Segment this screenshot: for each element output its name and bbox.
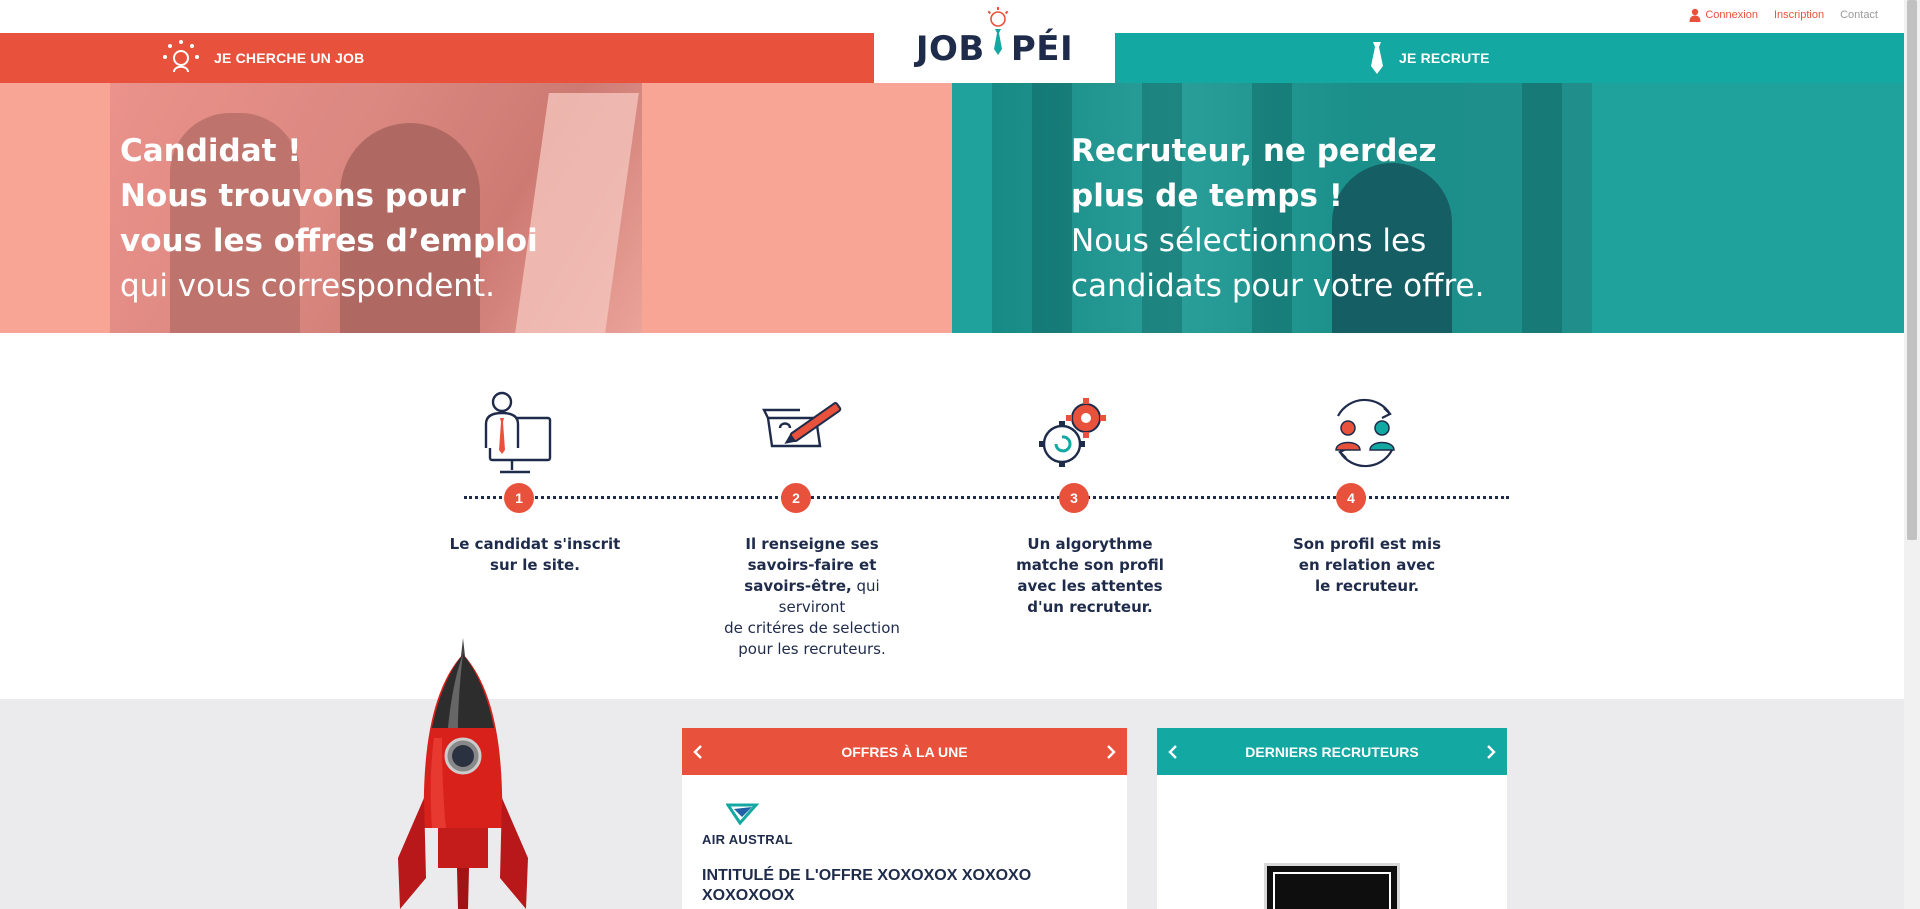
- step-2-line1: Il renseigne ses: [745, 535, 879, 553]
- candidate-hero-line2: Nous trouvons pour: [120, 178, 466, 214]
- step-4-text: Son profil est mis en relation avec le r…: [1272, 534, 1462, 597]
- hero-building-column: [1522, 83, 1562, 333]
- connexion-label: Connexion: [1705, 9, 1758, 21]
- gears-algorithm-icon: [1039, 398, 1106, 467]
- idea-person-icon: [163, 40, 199, 73]
- recruiter-hero-line1: Recruteur, ne perdez: [1071, 133, 1437, 169]
- recruiters-next-button[interactable]: [1477, 728, 1505, 775]
- step-4-line1: Son profil est mis: [1292, 535, 1442, 553]
- step-3: 3 Un algorythme matche son profil avec l…: [995, 333, 1185, 699]
- recent-recruiters-title: DERNIERS RECRUTEURS: [1245, 743, 1419, 760]
- step-2-line3-bold: savoirs-être,: [744, 577, 852, 595]
- how-it-works-section: 1 Le candidat s'inscrit sur le site. 2 I…: [0, 333, 1904, 699]
- tie-bulb-icon: [987, 7, 1009, 69]
- step-2-line5: pour les recruteurs.: [738, 640, 886, 658]
- candidate-computer-icon: [484, 391, 552, 474]
- recruiter-hero-text: Recruteur, ne perdez plus de temps ! Nou…: [1071, 129, 1484, 309]
- recruiter-nav-band: JE RECRUTE: [1115, 33, 1904, 83]
- chevron-left-icon: [1168, 744, 1177, 759]
- jobpei-logo[interactable]: JOB PÉI: [874, 0, 1115, 83]
- page: Connexion Inscription Contact JE CHERCHE…: [0, 0, 1920, 909]
- tie-icon: [1371, 42, 1383, 74]
- step-1-line1: Le candidat s'inscrit: [449, 535, 621, 553]
- step-3-line2: matche son profil: [1016, 556, 1164, 574]
- candidate-hero-line3: vous les offres d’emploi: [120, 223, 538, 259]
- recruiters-prev-button[interactable]: [1159, 728, 1187, 775]
- air-austral-logo-icon: [725, 803, 760, 826]
- featured-offers-header: OFFRES À LA UNE: [682, 728, 1127, 775]
- step-2-number: 2: [781, 483, 811, 513]
- offers-next-button[interactable]: [1097, 728, 1125, 775]
- candidate-hero-line1: Candidat !: [120, 133, 302, 169]
- step-1-line2: sur le site.: [490, 556, 580, 574]
- main-content: Connexion Inscription Contact JE CHERCHE…: [0, 0, 1904, 909]
- step-2-line4: de critéres de selection: [724, 619, 900, 637]
- scrollbar-thumb[interactable]: [1907, 0, 1917, 540]
- step-4-line2: en relation avec: [1298, 556, 1436, 574]
- step-3-line4: d'un recruteur.: [1027, 598, 1153, 616]
- job-seeker-label: JE CHERCHE UN JOB: [214, 50, 365, 66]
- recruiter-card[interactable]: [1157, 775, 1507, 909]
- logo-left-text: JOB: [915, 29, 985, 69]
- step-3-number: 3: [1059, 483, 1089, 513]
- connexion-link[interactable]: Connexion: [1689, 8, 1758, 22]
- recent-recruiters-header: DERNIERS RECRUTEURS: [1157, 728, 1507, 775]
- step-2: 2 Il renseigne ses savoirs-faire et savo…: [717, 333, 907, 699]
- step-4: 4 Son profil est mis en relation avec le…: [1272, 333, 1462, 699]
- company-name: AIR AUSTRAL: [702, 832, 793, 847]
- step-1-text: Le candidat s'inscrit sur le site.: [440, 534, 630, 576]
- hero-building-column: [1032, 83, 1072, 333]
- logo-right-text: PÉI: [1010, 29, 1074, 69]
- toolbox-pen-icon: [762, 402, 842, 448]
- step-1-number: 1: [504, 483, 534, 513]
- logo-wordmark: JOB PÉI: [915, 7, 1074, 69]
- company-logo: AIR AUSTRAL: [702, 803, 793, 847]
- step-3-line3: avec les attentes: [1017, 577, 1163, 595]
- candidate-hero-text: Candidat ! Nous trouvons pour vous les o…: [120, 129, 538, 309]
- chevron-right-icon: [1487, 744, 1496, 759]
- step-4-number: 4: [1336, 483, 1366, 513]
- inscription-link[interactable]: Inscription: [1774, 9, 1824, 21]
- candidate-nav-band: JE CHERCHE UN JOB: [0, 33, 874, 83]
- contact-link[interactable]: Contact: [1840, 9, 1878, 21]
- offers-prev-button[interactable]: [684, 728, 712, 775]
- step-4-line3: le recruteur.: [1314, 577, 1420, 595]
- job-seeker-button[interactable]: JE CHERCHE UN JOB: [162, 33, 364, 83]
- recruiter-hero-line3: Nous sélectionnons les: [1071, 223, 1427, 259]
- match-people-icon: [1335, 398, 1395, 468]
- rocket-illustration: [398, 638, 528, 909]
- featured-offers-title: OFFRES À LA UNE: [841, 743, 968, 760]
- step-2-line2: savoirs-faire et: [747, 556, 877, 574]
- candidate-hero-line4: qui vous correspondent.: [120, 268, 495, 304]
- recruiter-hero-line4: candidats pour votre offre.: [1071, 268, 1485, 304]
- step-2-text: Il renseigne ses savoirs-faire et savoir…: [717, 534, 907, 660]
- recruiter-hero-line2: plus de temps !: [1071, 178, 1343, 214]
- offer-title[interactable]: INTITULÉ DE L'OFFRE XOXOXOX XOXOXO XOXOX…: [702, 866, 1082, 906]
- step-3-text: Un algorythme matche son profil avec les…: [995, 534, 1185, 618]
- recruiter-button[interactable]: JE RECRUTE: [1369, 33, 1490, 83]
- chevron-left-icon: [693, 744, 702, 759]
- top-links: Connexion Inscription Contact: [1689, 8, 1878, 22]
- recruiter-label: JE RECRUTE: [1399, 50, 1490, 66]
- user-icon: [1689, 8, 1701, 22]
- step-3-line1: Un algorythme: [1027, 535, 1153, 553]
- recruiter-logo: [1264, 863, 1400, 909]
- chevron-right-icon: [1107, 744, 1116, 759]
- featured-offer-card[interactable]: AIR AUSTRAL INTITULÉ DE L'OFFRE XOXOXOX …: [682, 775, 1127, 909]
- page-scrollbar[interactable]: [1904, 0, 1920, 909]
